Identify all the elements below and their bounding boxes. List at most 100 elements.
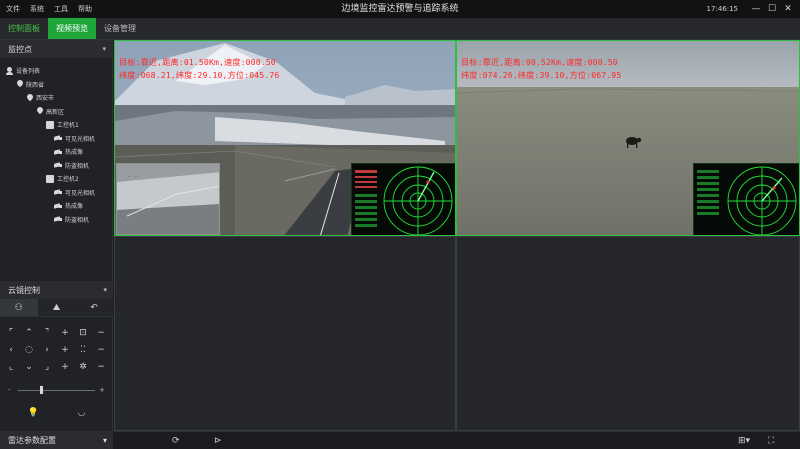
chevron-down-icon[interactable]: ▾ — [102, 45, 106, 53]
tree-label: 工控机2 — [57, 176, 79, 184]
radar-params-title: 雷达参数配置 — [8, 435, 56, 445]
ptz-extra-controls: 💡 ◡ — [0, 396, 113, 418]
thermal-pip[interactable]: ·· ·· — [116, 163, 220, 235]
ptz-person-icon[interactable]: ⚇ — [0, 299, 38, 316]
auto-scan-button[interactable]: ◌ — [20, 342, 38, 359]
tree-label: 工控机1 — [57, 122, 79, 130]
menu-system[interactable]: 系统 — [30, 0, 44, 18]
preset-icon[interactable]: ⛰ — [38, 299, 76, 316]
main-tabs: 控制面板 视频预览 设备管理 — [0, 18, 800, 40]
tree-camera[interactable]: 热成像 — [0, 145, 112, 159]
iris-open-button[interactable]: + — [56, 359, 74, 376]
tree-label: 热成像 — [65, 203, 84, 211]
maximize-icon[interactable]: ☐ — [764, 4, 780, 14]
target-info-line-1: 目标:靠近,距离:01.50Km,速度:000.50 — [119, 57, 276, 67]
tab-device-management[interactable]: 设备管理 — [96, 18, 144, 39]
tab-control-panel[interactable]: 控制面板 — [0, 18, 48, 39]
focus-out-button[interactable]: − — [92, 342, 110, 359]
left-panel: 监控点 ▾ 设备列表 陕西省 西安市 高新区 工控机1 可见光相机 热成像 防盗… — [0, 40, 113, 449]
ptz-tabs: ⚇ ⛰ ↶ — [0, 299, 113, 317]
ptz-header[interactable]: 云镜控制 ▾ — [0, 281, 113, 299]
computer-icon — [46, 120, 54, 129]
radar-params-header[interactable]: 雷达参数配置 ▾ — [0, 431, 113, 449]
device-list-icon — [6, 66, 13, 75]
zoom-in-button[interactable]: + — [56, 325, 74, 342]
slider-track[interactable] — [18, 390, 95, 391]
slider-minus[interactable]: - — [8, 384, 11, 396]
computer-icon — [46, 174, 54, 183]
tree-machine-1[interactable]: 工控机1 — [0, 118, 112, 132]
zoom-out-button[interactable]: − — [92, 325, 110, 342]
pan-up-right-button[interactable]: ⌝ — [38, 325, 56, 342]
location-pin-icon — [26, 94, 33, 102]
pan-up-left-button[interactable]: ⌜ — [2, 325, 20, 342]
speed-slider[interactable]: - + — [8, 384, 105, 396]
cruise-icon[interactable]: ↶ — [75, 299, 113, 316]
location-pin-icon — [16, 80, 23, 88]
menu-file[interactable]: 文件 — [6, 0, 20, 18]
ptz-button-grid: ⌜ ⌃ ⌝ + ⊡ − ‹ ◌ › + ⁚⁚ − ⌞ ⌄ ⌟ + ✲ − — [0, 317, 113, 376]
refresh-icon[interactable]: ⟳ — [172, 432, 180, 449]
tree-city[interactable]: 西安市 — [0, 91, 112, 105]
device-tree: 设备列表 陕西省 西安市 高新区 工控机1 可见光相机 热成像 防盗相机 工控机… — [0, 58, 112, 226]
focus-far-icon[interactable]: ⁚⁚ — [74, 342, 92, 359]
tree-root[interactable]: 设备列表 — [0, 64, 112, 78]
camera-icon — [54, 149, 62, 155]
video-cell-3[interactable] — [114, 236, 456, 431]
pan-left-button[interactable]: ‹ — [2, 342, 20, 359]
iris-icon[interactable]: ✲ — [74, 359, 92, 376]
chevron-down-icon[interactable]: ▾ — [103, 436, 107, 445]
tree-label: 热成像 — [65, 149, 84, 157]
target-info-line-2: 纬度:074.26,纬度:39.10,方位:067.95 — [461, 70, 622, 80]
radar-overlay[interactable] — [351, 163, 455, 235]
tab-video-preview[interactable]: 视频预览 — [48, 18, 96, 39]
tree-machine-2[interactable]: 工控机2 — [0, 172, 112, 186]
close-icon[interactable]: ✕ — [780, 4, 796, 14]
focus-near-icon[interactable]: ⊡ — [74, 325, 92, 342]
video-cell-4[interactable] — [456, 236, 800, 431]
window-controls: — ☐ ✕ — [748, 0, 796, 18]
tree-district[interactable]: 高新区 — [0, 105, 112, 119]
video-cell-1[interactable]: 目标:靠近,距离:01.50Km,速度:000.50 纬度:068.21,纬度:… — [114, 40, 456, 236]
monitor-points-header[interactable]: 监控点 ▾ — [0, 40, 112, 58]
menu-tools[interactable]: 工具 — [54, 0, 68, 18]
play-icon[interactable]: ⊳ — [214, 432, 222, 449]
tree-label: 可见光相机 — [65, 189, 96, 197]
tree-camera[interactable]: 热成像 — [0, 199, 112, 213]
tree-label: 高新区 — [46, 108, 65, 116]
slider-plus[interactable]: + — [99, 384, 105, 396]
location-pin-icon — [36, 107, 43, 115]
video-grid: 目标:靠近,距离:01.50Km,速度:000.50 纬度:068.21,纬度:… — [114, 40, 800, 431]
chevron-down-icon[interactable]: ▾ — [103, 286, 107, 294]
radar-overlay[interactable] — [693, 163, 799, 235]
pan-down-left-button[interactable]: ⌞ — [2, 359, 20, 376]
pan-down-button[interactable]: ⌄ — [20, 359, 38, 376]
pan-right-button[interactable]: › — [38, 342, 56, 359]
wiper-icon[interactable]: ◡ — [78, 408, 86, 418]
title-bar: 文件 系统 工具 帮助 边境监控雷达预警与追踪系统 17:46:15 — ☐ ✕ — [0, 0, 800, 18]
tree-camera[interactable]: 防盗相机 — [0, 159, 112, 173]
menu-help[interactable]: 帮助 — [78, 0, 92, 18]
tree-label: 防盗相机 — [65, 162, 90, 170]
tree-camera[interactable]: 可见光相机 — [0, 132, 112, 146]
pan-down-right-button[interactable]: ⌟ — [38, 359, 56, 376]
radar-scope — [694, 164, 799, 235]
iris-close-button[interactable]: − — [92, 359, 110, 376]
video-cell-2[interactable]: 目标:靠近,距离:00.52Km,速度:000.50 纬度:074.26,纬度:… — [456, 40, 800, 236]
clock: 17:46:15 — [706, 5, 738, 13]
light-bulb-icon[interactable]: 💡 — [27, 408, 38, 418]
pan-up-button[interactable]: ⌃ — [20, 325, 38, 342]
monitor-points-title: 监控点 — [8, 44, 32, 54]
ptz-control-panel: 云镜控制 ▾ ⚇ ⛰ ↶ ⌜ ⌃ ⌝ + ⊡ − ‹ ◌ › + ⁚⁚ − ⌞ … — [0, 281, 113, 418]
slider-handle[interactable] — [40, 386, 44, 394]
tree-camera[interactable]: 可见光相机 — [0, 186, 112, 200]
tree-label: 可见光相机 — [65, 135, 96, 143]
layout-icon[interactable]: ⊞▾ — [738, 432, 750, 449]
tree-camera[interactable]: 防盗相机 — [0, 213, 112, 227]
minimize-icon[interactable]: — — [748, 4, 764, 14]
target-info-line-2: 纬度:068.21,纬度:29.10,方位:045.76 — [119, 70, 280, 80]
fullscreen-icon[interactable]: ⛶ — [768, 432, 774, 449]
focus-in-button[interactable]: + — [56, 342, 74, 359]
app-title: 边境监控雷达预警与追踪系统 — [341, 4, 459, 14]
tree-province[interactable]: 陕西省 — [0, 78, 112, 92]
